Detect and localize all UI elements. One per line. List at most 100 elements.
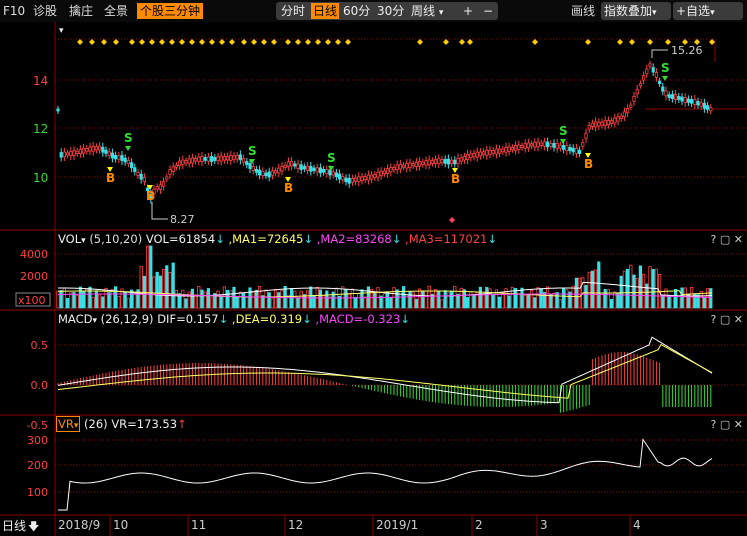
zoom-out-button[interactable]: − — [483, 3, 493, 19]
macd-panel-controls[interactable]: ? ▢ ✕ — [711, 313, 743, 326]
vr-indicator-dropdown[interactable]: VR▾ — [56, 416, 81, 432]
candle-body — [616, 116, 620, 122]
volume-bar — [462, 289, 467, 309]
candle-body — [651, 67, 655, 73]
macd-indicator-dropdown[interactable]: MACD▾ — [58, 312, 97, 326]
volume-bar — [616, 292, 620, 309]
price-tick-12: 12 — [33, 122, 48, 136]
signal-diamond — [467, 39, 473, 45]
buy-signal: B — [284, 181, 293, 195]
volume-bars[interactable] — [56, 245, 713, 309]
volume-bar — [677, 295, 681, 309]
vol-panel-controls[interactable]: ? ▢ ✕ — [711, 233, 743, 246]
sell-signal: S — [559, 124, 568, 138]
volume-bar — [321, 295, 326, 309]
candle-body — [187, 158, 191, 164]
candle-body — [401, 164, 406, 168]
volume-bar — [562, 288, 566, 309]
candle-body — [200, 156, 204, 162]
low-price-label: 8.27 — [170, 213, 195, 226]
volume-bar — [533, 297, 537, 309]
candle-body — [174, 164, 178, 168]
volume-bar — [114, 286, 118, 309]
index-overlay-dropdown[interactable]: 指数叠加▾ — [604, 3, 657, 19]
candle-body — [533, 142, 537, 148]
macd-tick-neg0.5: -0.5 — [27, 419, 48, 432]
candle-body — [565, 145, 569, 152]
xaxis-label-4: 2019/1 — [376, 518, 418, 532]
candle-body — [539, 142, 543, 146]
volume-bar — [481, 294, 486, 309]
volume-bar — [110, 288, 114, 309]
vol-indicator-dropdown[interactable]: VOL▾ — [58, 232, 86, 246]
kline-chart[interactable]: B B B B B S S S S S 14 12 10 4000 2000 x100 0.5 0… — [0, 22, 747, 536]
candle-body — [472, 153, 476, 158]
volume-bar — [555, 292, 559, 309]
candle-body — [389, 167, 393, 173]
candle-body — [606, 120, 611, 126]
period-weekly-dropdown[interactable]: 周线 ▾ — [411, 3, 443, 19]
xaxis-label-3: 12 — [288, 518, 303, 532]
candle-body — [469, 153, 473, 159]
vr-panel-controls[interactable]: ? ▢ ✕ — [711, 418, 743, 431]
vr-title: VR▾ (26) VR=173.53↑ — [56, 416, 187, 432]
candle-body — [475, 151, 479, 158]
candle-body — [584, 132, 588, 139]
volume-bar — [626, 268, 630, 309]
candle-body — [674, 94, 678, 100]
diagnose-button[interactable]: 诊股 — [33, 3, 57, 19]
volume-bar — [181, 289, 185, 309]
f10-button[interactable]: F10 — [3, 3, 25, 19]
macd-tick-0: 0.0 — [31, 379, 49, 392]
period-60min[interactable]: 60分 — [343, 3, 370, 19]
candle-body — [645, 68, 649, 75]
stock-3min-tab[interactable]: 个股三分钟 — [137, 3, 204, 19]
volume-bar — [632, 274, 636, 309]
volume-bar — [427, 285, 431, 309]
volume-bar — [78, 286, 82, 309]
volume-bar — [392, 287, 396, 309]
candle-body — [296, 163, 300, 169]
signal-diamond — [129, 39, 135, 45]
candle-body — [574, 148, 579, 154]
candle-body — [318, 167, 323, 174]
macd-value: ,MACD=-0.323 — [315, 312, 401, 326]
panorama-button[interactable]: 全景 — [104, 3, 128, 19]
candle-body — [497, 148, 502, 154]
candle-body — [321, 168, 326, 173]
draw-line-button[interactable]: 画线 — [571, 3, 595, 19]
volume-bar — [465, 297, 470, 309]
candle-body — [510, 146, 515, 151]
signal-diamond — [629, 39, 635, 45]
collapse-arrow-icon[interactable]: ▾ — [59, 26, 64, 36]
candle-body — [88, 146, 92, 152]
volume-bar — [597, 261, 601, 309]
xaxis-label-7: 4 — [633, 518, 641, 532]
volume-bar — [312, 295, 316, 309]
zoom-in-button[interactable]: + — [463, 3, 473, 19]
volume-bar — [318, 289, 323, 309]
add-watchlist-dropdown[interactable]: +自选▾ — [676, 3, 715, 19]
candle-body — [424, 160, 428, 166]
pick-button[interactable]: 擒庄 — [69, 3, 93, 19]
volume-bar — [66, 297, 70, 309]
volume-bar — [530, 290, 534, 309]
volume-bar — [395, 289, 399, 309]
period-arrow-icon: 🡇 — [28, 520, 39, 533]
candle-body — [382, 170, 387, 174]
candlesticks[interactable] — [56, 60, 713, 204]
candle-body — [197, 156, 201, 162]
period-minute[interactable]: 分时 — [281, 3, 305, 19]
buy-signal: B — [106, 171, 115, 185]
candle-body — [305, 165, 310, 171]
volume-bar — [305, 290, 310, 309]
candle-body — [216, 156, 220, 162]
down-arrow-icon: ↓ — [303, 232, 314, 246]
volume-bar — [642, 273, 646, 309]
period-30min[interactable]: 30分 — [377, 3, 404, 19]
candle-body — [56, 108, 60, 112]
price-tick-14: 14 — [33, 74, 48, 88]
buy-signal: B — [146, 189, 155, 203]
period-daily[interactable]: 日线 — [311, 3, 340, 19]
volume-bar — [69, 292, 73, 309]
